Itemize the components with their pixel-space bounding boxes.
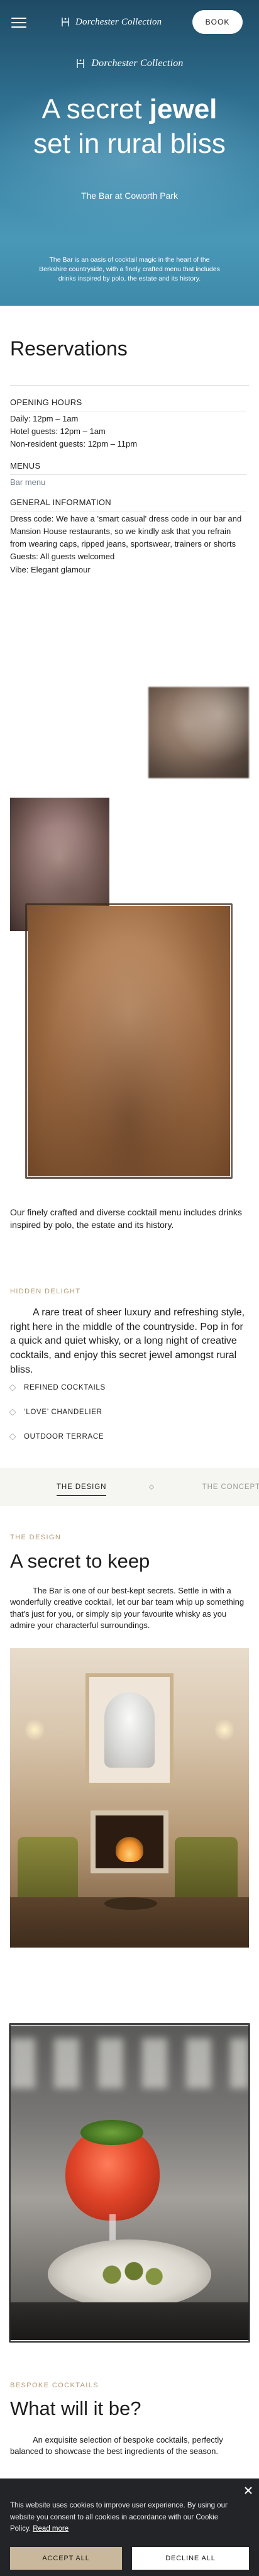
hero-logo-text: Dorchester Collection	[91, 58, 184, 69]
brand-name: Dorchester Collection	[75, 16, 162, 27]
hero-banner: Dorchester Collection BOOK Dorchester Co…	[0, 0, 259, 306]
dorchester-crest-icon	[77, 59, 85, 68]
divider	[10, 474, 246, 475]
hero-subtitle: The Bar at Coworth Park	[80, 191, 179, 201]
divider	[10, 385, 249, 386]
design-eyebrow: THE DESIGN	[10, 1534, 62, 1541]
list-item: REFINED COCKTAILS	[9, 1375, 249, 1400]
book-button[interactable]: BOOK	[192, 10, 243, 34]
cookie-text: This website uses cookies to improve use…	[10, 2500, 238, 2535]
brush-frame	[25, 903, 233, 1179]
hours-daily: Daily: 12pm – 1am	[10, 414, 79, 424]
tab-the-design[interactable]: THE DESIGN	[57, 1468, 107, 1506]
hidden-delight-eyebrow: HIDDEN DELIGHT	[10, 1288, 81, 1295]
section-tabs: THE DESIGN THE CONCEPT	[0, 1468, 259, 1506]
hero-title-part1: A secret	[41, 94, 150, 125]
reservation-info: OPENING HOURS Daily: 12pm – 1am Hotel gu…	[10, 396, 246, 576]
hero-description: The Bar is an oasis of cocktail magic in…	[39, 256, 220, 283]
page: Dorchester Collection BOOK Dorchester Co…	[0, 0, 259, 2576]
diamond-icon	[148, 1484, 155, 1490]
design-text: The Bar is one of our best-kept secrets.…	[10, 1586, 245, 1631]
dress-code-text: Dress code: We have a 'smart casual' dre…	[10, 513, 242, 549]
brand-logo[interactable]: Dorchester Collection	[60, 16, 162, 28]
diamond-icon	[9, 1432, 16, 1441]
diamond-icon	[9, 1383, 16, 1391]
list-item: ‘LOVE’ CHANDELIER	[9, 1400, 249, 1424]
cocktails-eyebrow: BESPOKE COCKTAILS	[10, 2382, 99, 2389]
read-more-link[interactable]: Read more	[33, 2525, 69, 2533]
general-info-heading: GENERAL INFORMATION	[10, 497, 111, 507]
hero-title: A secret jewel set in rural bliss	[0, 92, 259, 161]
cocktails-title: What will it be?	[10, 2397, 141, 2419]
list-item: OUTDOOR TERRACE	[9, 1424, 249, 1449]
reservations-title: Reservations	[10, 337, 128, 360]
hidden-delight-lead: A rare treat of sheer luxury and refresh…	[10, 1307, 245, 1375]
cocktails-text: An exquisite selection of bespoke cockta…	[10, 2435, 223, 2456]
bar-photo-small	[148, 687, 249, 778]
accept-all-button[interactable]: ACCEPT ALL	[10, 2547, 122, 2570]
gallery-caption: Our finely crafted and diverse cocktail …	[10, 1207, 242, 1230]
tab-the-concept[interactable]: THE CONCEPT	[202, 1468, 259, 1506]
feature-label: ‘LOVE’ CHANDELIER	[24, 1408, 102, 1416]
hero-title-emphasis: jewel	[149, 94, 218, 125]
feature-label: OUTDOOR TERRACE	[24, 1432, 104, 1441]
brush-frame	[9, 2023, 250, 2343]
hamburger-icon[interactable]	[11, 18, 26, 28]
close-icon[interactable]	[243, 2485, 254, 2496]
feature-list: REFINED COCKTAILS ‘LOVE’ CHANDELIER OUTD…	[9, 1375, 249, 1449]
lounge-photo	[10, 1648, 249, 1948]
diamond-icon	[9, 1408, 16, 1416]
bar-menu-link[interactable]: Bar menu	[10, 477, 45, 487]
feature-label: REFINED COCKTAILS	[24, 1383, 106, 1391]
opening-hours-heading: OPENING HOURS	[10, 398, 82, 407]
hero-logo: Dorchester Collection	[0, 58, 259, 69]
dorchester-crest-icon	[62, 18, 69, 26]
hours-non-resident: Non-resident guests: 12pm – 11pm	[10, 439, 138, 449]
cookie-banner: This website uses cookies to improve use…	[0, 2478, 259, 2576]
vibe-text: Vibe: Elegant glamour	[10, 564, 91, 574]
decline-all-button[interactable]: DECLINE ALL	[132, 2547, 249, 2570]
hours-hotel-guests: Hotel guests: 12pm – 1am	[10, 427, 106, 437]
top-navigation: Dorchester Collection BOOK	[0, 0, 259, 45]
hero-title-line2: set in rural bliss	[33, 128, 226, 159]
design-title: A secret to keep	[10, 1550, 150, 1572]
guests-text: Guests: All guests welcomed	[10, 552, 115, 562]
menus-heading: MENUS	[10, 460, 41, 471]
